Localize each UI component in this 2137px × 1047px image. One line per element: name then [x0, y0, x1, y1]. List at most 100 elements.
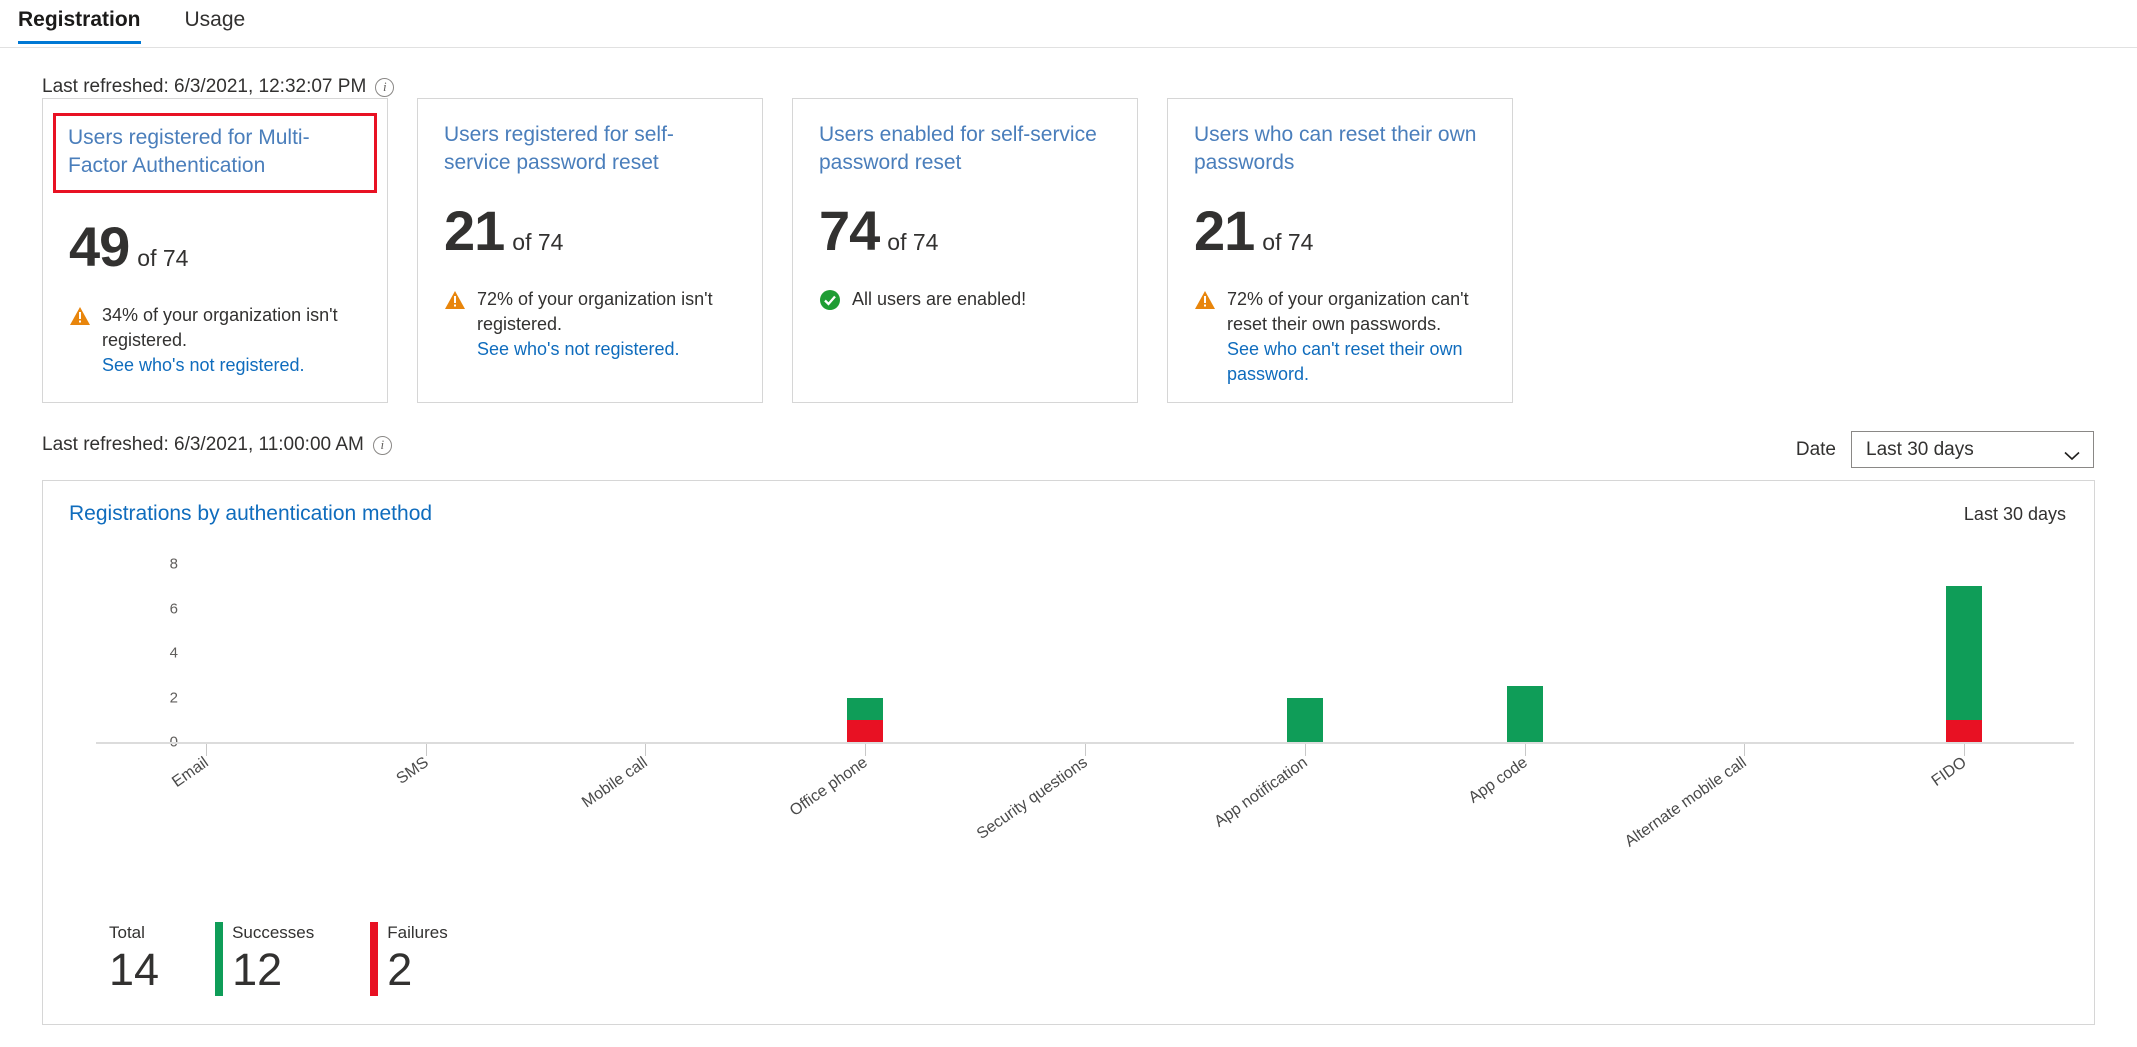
date-range-value: Last 30 days — [1866, 438, 1974, 460]
x-axis-tick — [1744, 744, 1746, 756]
summary-label: Failures — [387, 923, 448, 942]
kpi-status-message: 34% of your organization isn't registere… — [102, 305, 338, 350]
x-axis-tick — [205, 744, 207, 756]
mfa-registration-dashboard: Registration Usage Last refreshed: 6/3/2… — [0, 0, 2137, 1047]
kpi-status-message: 72% of your organization isn't registere… — [477, 289, 713, 334]
chart-title[interactable]: Registrations by authentication method — [69, 502, 432, 526]
kpi-status-text: 34% of your organization isn't registere… — [102, 303, 361, 378]
kpi-value: 21 — [1194, 199, 1255, 262]
kpi-card-title[interactable]: Users enabled for self-service password … — [819, 121, 1111, 177]
kpi-value: 49 — [69, 215, 130, 278]
date-range-select[interactable]: Last 30 days — [1851, 431, 2094, 468]
tab-registration-label: Registration — [18, 8, 141, 31]
x-axis-tick — [865, 744, 867, 756]
bar-fido[interactable] — [1946, 586, 1983, 742]
tab-usage[interactable]: Usage — [181, 0, 264, 44]
kpi-value: 74 — [819, 199, 880, 262]
bar-office-phone[interactable] — [847, 697, 884, 742]
x-axis-tick — [1964, 744, 1966, 756]
highlight-outline: Users registered for Multi-Factor Authen… — [53, 113, 377, 193]
summary-text: Successes 12 — [232, 922, 314, 996]
kpi-status: 34% of your organization isn't registere… — [69, 303, 361, 378]
bar-chart-plot: 02468EmailSMSMobile callOffice phoneSecu… — [43, 544, 2094, 851]
chart-header: Registrations by authentication method L… — [43, 481, 2094, 526]
summary-label: Successes — [232, 923, 315, 942]
kpi-status-text: 72% of your organization can't reset the… — [1227, 287, 1486, 387]
x-axis-label: Security questions — [973, 754, 1091, 843]
kpi-value-row: 21 of 74 — [1194, 203, 1486, 259]
date-filter: Date Last 30 days — [1796, 431, 2094, 468]
kpi-status-message: All users are enabled! — [852, 289, 1027, 309]
y-axis-tick: 2 — [169, 689, 178, 706]
success-check-icon — [819, 289, 841, 311]
bar-app-notification[interactable] — [1286, 697, 1323, 742]
kpi-status-text: 72% of your organization isn't registere… — [477, 287, 736, 362]
kpi-status-message: 72% of your organization can't reset the… — [1227, 289, 1469, 334]
kpi-value-row: 49 of 74 — [69, 219, 361, 275]
x-axis-label: SMS — [393, 754, 432, 788]
chart-summary-legend: Total 14 Successes 12 Failures 2 — [109, 922, 448, 996]
summary-value: 14 — [109, 944, 160, 995]
kpi-value: 21 — [444, 199, 505, 262]
info-icon[interactable]: i — [375, 77, 395, 97]
bar-segment-failures — [1946, 719, 1983, 742]
kpi-status-link[interactable]: See who can't reset their own password. — [1227, 337, 1486, 387]
kpi-card-list: Users registered for Multi-Factor Authen… — [42, 98, 1513, 403]
x-axis-label: App code — [1465, 754, 1531, 807]
warning-icon — [444, 290, 466, 310]
summary-value: 2 — [387, 944, 413, 995]
x-axis-tick — [645, 744, 647, 756]
summary-text: Total 14 — [109, 922, 159, 996]
legend-swatch-successes — [215, 922, 224, 996]
kpi-card-title[interactable]: Users who can reset their own passwords — [1194, 121, 1486, 177]
kpi-value-row: 21 of 74 — [444, 203, 736, 259]
kpi-status: 72% of your organization can't reset the… — [1194, 287, 1486, 387]
kpi-status-link[interactable]: See who's not registered. — [102, 353, 361, 378]
summary-successes: Successes 12 — [215, 922, 314, 996]
last-refreshed-top: Last refreshed: 6/3/2021, 12:32:07 PM i — [42, 76, 395, 98]
warning-icon — [69, 306, 91, 326]
kpi-card-sspr-registered: Users registered for self-service passwo… — [417, 98, 763, 403]
tab-bar: Registration Usage — [0, 0, 2137, 48]
kpi-total: of 74 — [887, 229, 939, 255]
kpi-card-title[interactable]: Users registered for self-service passwo… — [444, 121, 736, 177]
summary-value: 12 — [232, 944, 283, 995]
kpi-card-mfa-registered: Users registered for Multi-Factor Authen… — [42, 98, 388, 403]
kpi-card-sspr-enabled: Users enabled for self-service password … — [792, 98, 1138, 403]
tab-registration[interactable]: Registration — [14, 0, 159, 44]
kpi-total: of 74 — [1262, 229, 1314, 255]
summary-text: Failures 2 — [387, 922, 447, 996]
kpi-value-row: 74 of 74 — [819, 203, 1111, 259]
x-axis-tick — [1085, 744, 1086, 756]
kpi-card-can-reset-password: Users who can reset their own passwords … — [1167, 98, 1513, 403]
chart-range-label: Last 30 days — [1963, 504, 2066, 524]
x-axis-label: FIDO — [1928, 754, 1970, 790]
bar-segment-successes — [1506, 686, 1543, 742]
kpi-card-body: 49 of 74 34% of your organization isn't … — [43, 219, 387, 378]
bar-segment-successes — [1946, 586, 1983, 720]
kpi-status-link[interactable]: See who's not registered. — [477, 337, 736, 362]
y-axis-tick: 8 — [169, 555, 178, 573]
summary-label: Total — [109, 923, 145, 942]
tab-usage-label: Usage — [184, 8, 246, 31]
chevron-down-icon — [2064, 445, 2080, 460]
kpi-card-title[interactable]: Users registered for Multi-Factor Authen… — [68, 124, 362, 180]
bar-segment-failures — [847, 719, 884, 742]
x-axis-label: Office phone — [787, 754, 871, 820]
x-axis-tick — [1524, 744, 1526, 756]
registrations-chart-panel: Registrations by authentication method L… — [42, 480, 2095, 1025]
bar-segment-successes — [847, 697, 884, 720]
kpi-status: 72% of your organization isn't registere… — [444, 287, 736, 362]
y-axis-tick: 4 — [169, 644, 178, 662]
legend-swatch-failures — [370, 922, 379, 996]
summary-total: Total 14 — [109, 922, 159, 996]
bar-app-code[interactable] — [1506, 686, 1543, 742]
kpi-status: All users are enabled! — [819, 287, 1111, 312]
kpi-status-text: All users are enabled! — [852, 287, 1026, 312]
x-axis-tick — [1304, 744, 1306, 756]
last-refreshed-top-text: Last refreshed: 6/3/2021, 12:32:07 PM — [42, 76, 367, 97]
last-refreshed-chart-text: Last refreshed: 6/3/2021, 11:00:00 AM — [42, 434, 364, 455]
kpi-total: of 74 — [137, 245, 189, 271]
info-icon[interactable]: i — [372, 435, 392, 455]
last-refreshed-chart: Last refreshed: 6/3/2021, 11:00:00 AM i — [42, 434, 392, 456]
